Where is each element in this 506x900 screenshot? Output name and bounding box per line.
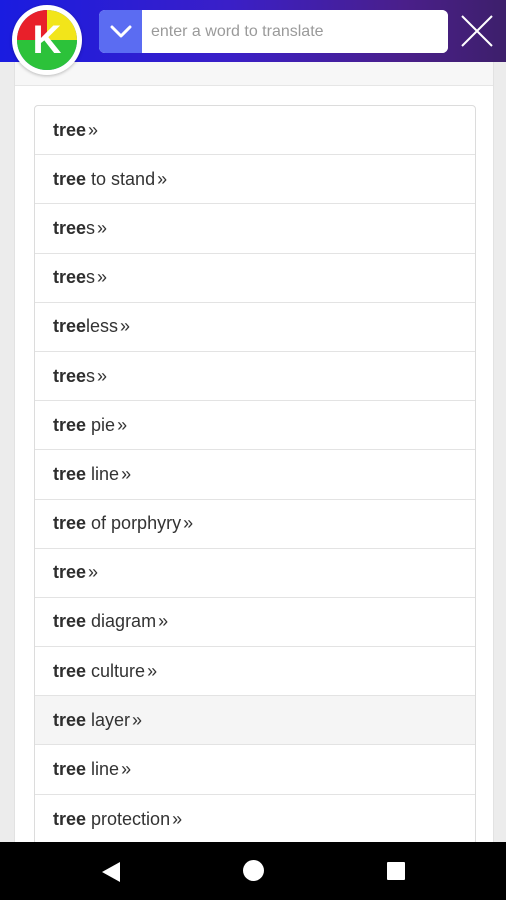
result-item[interactable]: tree s» — [35, 352, 475, 402]
double-chevron-right-icon: » — [97, 365, 108, 386]
double-chevron-right-icon: » — [121, 463, 132, 484]
double-chevron-right-icon: » — [157, 168, 168, 189]
android-nav-bar — [0, 842, 506, 900]
language-dropdown-button[interactable] — [99, 10, 142, 53]
double-chevron-right-icon: » — [97, 217, 108, 238]
result-rest-text: s — [86, 365, 96, 386]
double-chevron-right-icon: » — [121, 759, 132, 780]
close-button[interactable] — [459, 13, 495, 49]
results-panel: tree» tree to stand» tree s» tree s» tree less»… — [14, 62, 494, 842]
result-item[interactable]: tree» — [35, 106, 475, 156]
result-match-text: tree — [53, 168, 87, 189]
double-chevron-right-icon: » — [97, 267, 108, 288]
result-match-text: tree — [53, 562, 87, 583]
result-match-text: tree — [53, 414, 87, 435]
result-match-text: tree — [53, 365, 87, 386]
panel-header-band — [15, 62, 493, 86]
double-chevron-right-icon: » — [117, 414, 128, 435]
result-item[interactable]: tree layer» — [35, 696, 475, 746]
double-chevron-right-icon: » — [147, 660, 158, 681]
result-rest-text: s — [86, 267, 96, 288]
recent-apps-icon[interactable] — [387, 862, 405, 880]
double-chevron-right-icon: » — [88, 119, 99, 140]
result-item[interactable]: tree of porphyry» — [35, 500, 475, 549]
result-rest-text: s — [86, 217, 96, 238]
result-match-text: tree — [53, 513, 87, 534]
result-match-text: tree — [53, 808, 87, 829]
logo-letter: K — [33, 18, 62, 62]
close-icon — [461, 15, 493, 47]
results-list: tree» tree to stand» tree s» tree s» tree less»… — [34, 105, 476, 842]
result-item[interactable]: tree line» — [35, 745, 475, 795]
double-chevron-right-icon: » — [132, 709, 143, 730]
result-item[interactable]: tree less» — [35, 303, 475, 352]
result-item[interactable]: tree to stand» — [35, 155, 475, 205]
result-rest-text: line — [86, 463, 120, 484]
result-match-text: tree — [53, 709, 87, 730]
result-rest-text: to stand — [86, 168, 156, 189]
result-rest-text: pie — [86, 414, 116, 435]
result-rest-text: less — [86, 316, 119, 337]
result-rest-text: diagram — [86, 611, 157, 632]
double-chevron-right-icon: » — [158, 611, 169, 632]
result-item[interactable]: tree culture» — [35, 647, 475, 697]
result-match-text: tree — [53, 267, 87, 288]
result-rest-text: culture — [86, 660, 146, 681]
result-match-text: tree — [53, 611, 87, 632]
home-circle-icon[interactable] — [243, 860, 264, 881]
result-rest-text: layer — [86, 709, 131, 730]
result-match-text: tree — [53, 660, 87, 681]
result-item[interactable]: tree» — [35, 549, 475, 598]
result-item[interactable]: tree s» — [35, 204, 475, 254]
result-item[interactable]: tree pie» — [35, 401, 475, 451]
result-match-text: tree — [53, 759, 87, 780]
logo-icon: K — [17, 10, 77, 70]
result-item[interactable]: tree diagram» — [35, 598, 475, 648]
back-triangle-icon[interactable] — [101, 861, 121, 883]
chevron-down-icon — [110, 25, 131, 37]
result-rest-text: line — [86, 759, 120, 780]
result-rest-text: of porphyry — [86, 513, 182, 534]
result-rest-text: protection — [86, 808, 171, 829]
result-match-text: tree — [53, 119, 87, 140]
double-chevron-right-icon: » — [88, 562, 99, 583]
result-match-text: tree — [53, 217, 87, 238]
result-item[interactable]: tree line» — [35, 450, 475, 500]
double-chevron-right-icon: » — [172, 808, 183, 829]
search-input[interactable] — [142, 10, 448, 53]
app-logo[interactable]: K — [12, 5, 82, 75]
double-chevron-right-icon: » — [183, 513, 194, 534]
result-item[interactable]: tree s» — [35, 254, 475, 303]
search-bar — [99, 10, 448, 53]
result-match-text: tree — [53, 316, 87, 337]
result-item[interactable]: tree protection» — [35, 795, 475, 842]
result-match-text: tree — [53, 463, 87, 484]
double-chevron-right-icon: » — [120, 316, 131, 337]
